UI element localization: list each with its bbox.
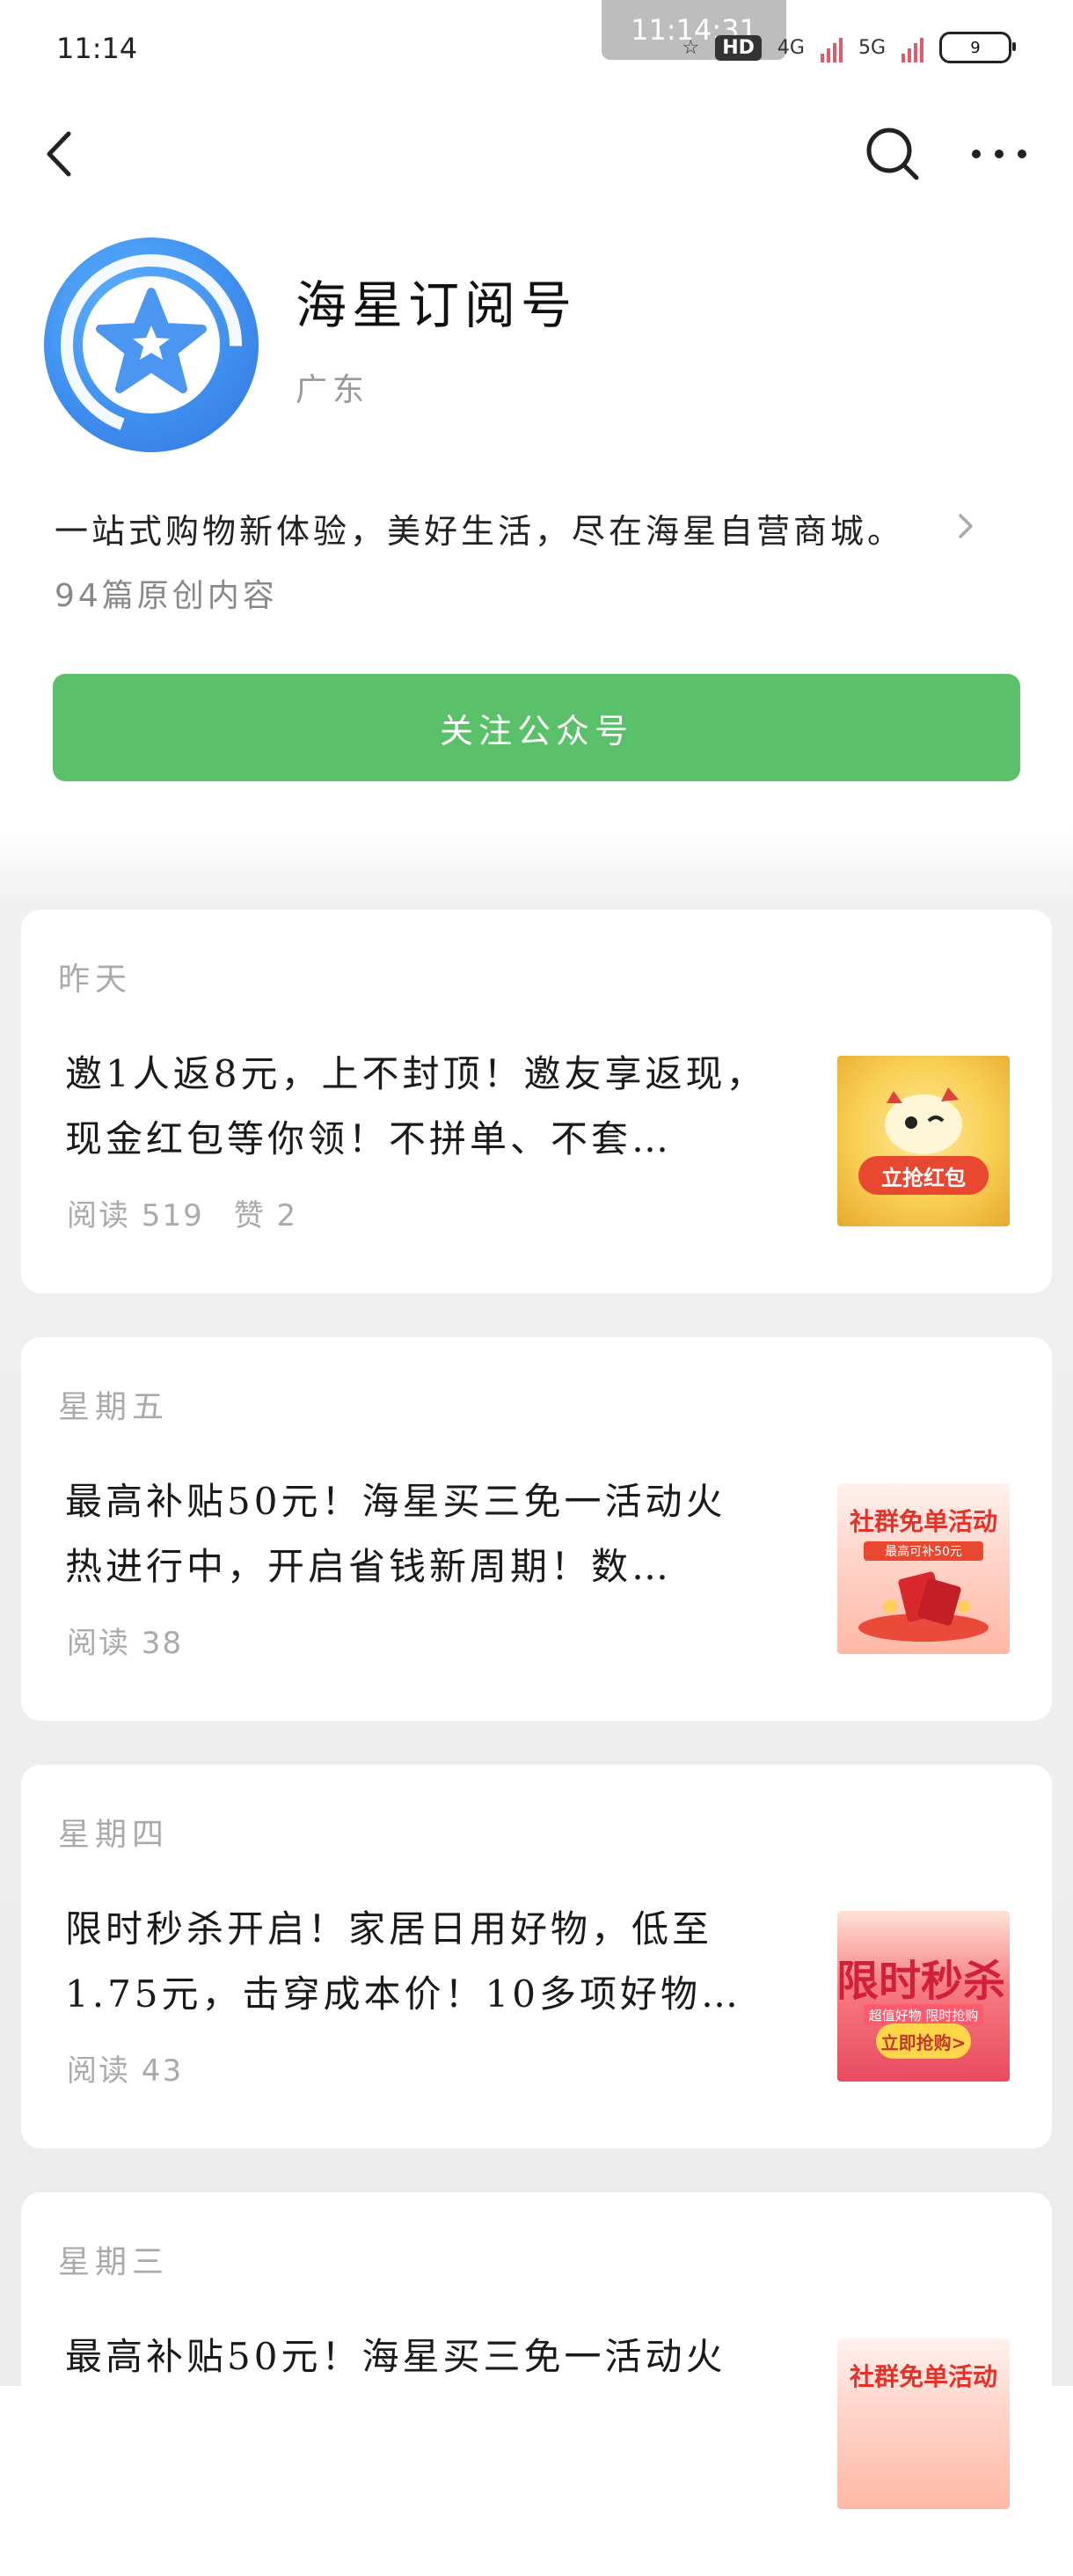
signal-icon bbox=[820, 33, 843, 62]
article-thumbnail: 社群免单活动 bbox=[837, 2338, 1010, 2509]
article-likes: 赞 2 bbox=[233, 1198, 298, 1233]
account-name: 海星订阅号 bbox=[296, 275, 578, 335]
account-description: 一站式购物新体验，美好生活，尽在海星自营商城。 bbox=[55, 511, 905, 551]
battery-level: 9 bbox=[970, 38, 981, 57]
original-content-count[interactable]: 94篇原创内容 bbox=[55, 570, 278, 616]
battery-icon: 9 bbox=[939, 32, 1016, 63]
signal-icon-2 bbox=[901, 33, 923, 62]
starfish-logo-icon bbox=[60, 254, 242, 435]
more-button[interactable] bbox=[964, 123, 1034, 185]
article-day: 星期五 bbox=[58, 1389, 170, 1425]
hd-badge: HD bbox=[715, 34, 762, 61]
article-card[interactable]: 昨天 邀1人返8元，上不封顶！邀友享返现， 现金红包等你领！不拼单、不套… 阅读… bbox=[21, 910, 1052, 1293]
article-stats: 阅读 519 赞 2 bbox=[67, 1191, 297, 1234]
article-thumbnail: 立抢红包 bbox=[837, 1056, 1010, 1226]
article-thumbnail: 限时秒杀 超值好物 限时抢购 立即抢购> bbox=[837, 1911, 1010, 2082]
status-icons: ☆ HD 4G 5G 9 bbox=[682, 32, 1016, 63]
notification-star-icon: ☆ bbox=[682, 36, 700, 59]
article-stats: 阅读 38 bbox=[67, 1619, 183, 1662]
red-envelope-icon bbox=[858, 1571, 989, 1642]
more-horizontal-icon bbox=[972, 150, 1026, 158]
search-button[interactable] bbox=[862, 123, 923, 185]
thumbnail-subheading: 超值好物 限时抢购 bbox=[864, 2004, 983, 2025]
chevron-left-icon bbox=[47, 131, 71, 177]
account-description-row[interactable]: 一站式购物新体验，美好生活，尽在海星自营商城。 bbox=[55, 501, 987, 554]
article-card[interactable]: 星期四 限时秒杀开启！家居日用好物，低至 1.75元，击穿成本价！10多项好物…… bbox=[21, 1765, 1052, 2148]
article-card[interactable]: 星期五 最高补贴50元！海星买三免一活动火 热进行中，开启省钱新周期！数… 阅读… bbox=[21, 1337, 1052, 1721]
top-nav bbox=[0, 97, 1073, 211]
article-title: 限时秒杀开启！家居日用好物，低至 1.75元，击穿成本价！10多项好物… bbox=[65, 1907, 741, 2016]
article-title: 邀1人返8元，上不封顶！邀友享返现， 现金红包等你领！不拼单、不套… bbox=[65, 1052, 767, 1160]
thumbnail-heading: 社群免单活动 bbox=[849, 2362, 997, 2391]
article-thumbnail: 社群免单活动 最高可补50元 bbox=[837, 1483, 1010, 1654]
follow-button[interactable]: 关注公众号 bbox=[53, 674, 1020, 781]
article-reads: 阅读 519 bbox=[67, 1198, 204, 1233]
article-title: 最高补贴50元！海星买三免一活动火 热进行中，开启省钱新周期！数… bbox=[65, 1480, 726, 1588]
back-button[interactable] bbox=[32, 123, 93, 185]
article-day: 星期四 bbox=[58, 1817, 170, 1853]
thumbnail-label: 立抢红包 bbox=[858, 1156, 989, 1195]
account-avatar[interactable] bbox=[44, 238, 259, 452]
chevron-right-icon bbox=[959, 514, 973, 538]
thumbnail-button: 立即抢购> bbox=[876, 2023, 971, 2059]
mascot-icon bbox=[885, 1087, 962, 1154]
article-title: 最高补贴50元！海星买三免一活动火 bbox=[65, 2335, 726, 2378]
article-stats: 阅读 43 bbox=[67, 2046, 183, 2089]
status-bar: 11:14 11:14:31 ☆ HD 4G 5G 9 bbox=[0, 0, 1073, 97]
search-icon bbox=[866, 128, 919, 180]
network-4g-label: 4G bbox=[777, 36, 805, 59]
article-feed: 昨天 邀1人返8元，上不封顶！邀友享返现， 现金红包等你领！不拼单、不套… 阅读… bbox=[0, 827, 1073, 2576]
article-reads: 阅读 38 bbox=[67, 1626, 184, 1661]
article-card[interactable]: 星期三 最高补贴50元！海星买三免一活动火 社群免单活动 bbox=[21, 2192, 1052, 2576]
article-day: 星期三 bbox=[58, 2244, 170, 2280]
status-time: 11:14 bbox=[56, 32, 138, 65]
thumbnail-heading: 限时秒杀 bbox=[837, 1957, 1005, 2006]
article-reads: 阅读 43 bbox=[67, 2053, 184, 2089]
network-5g-label: 5G bbox=[858, 36, 886, 59]
article-day: 昨天 bbox=[58, 962, 133, 998]
account-region: 广东 bbox=[296, 372, 370, 408]
